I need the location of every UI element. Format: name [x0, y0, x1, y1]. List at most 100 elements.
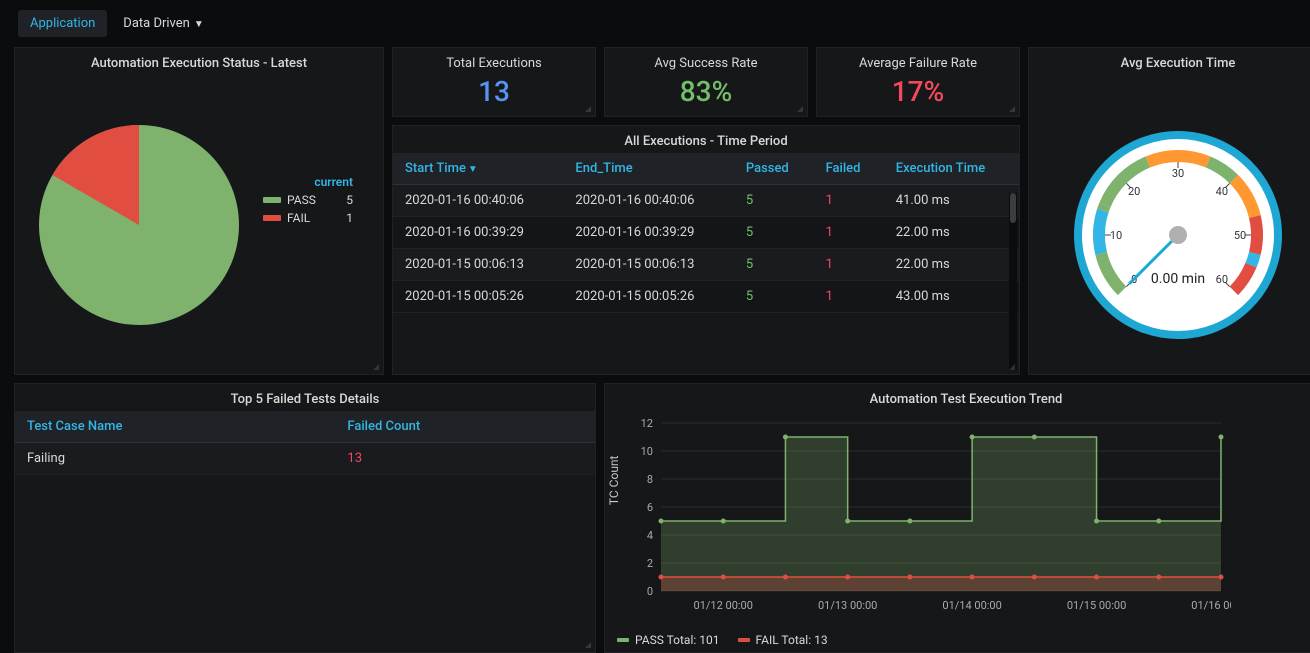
swatch-fail: [263, 215, 281, 221]
table-row[interactable]: 2020-01-16 00:40:062020-01-16 00:40:0651…: [393, 185, 1019, 217]
tab-data-driven-label: Data Driven: [123, 16, 190, 31]
panel-trend: Automation Test Execution Trend TC Count…: [604, 383, 1310, 653]
panel-title: Top 5 Failed Tests Details: [15, 384, 595, 411]
svg-text:30: 30: [1172, 167, 1184, 180]
panel-title: All Executions - Time Period: [393, 126, 1019, 153]
svg-text:4: 4: [647, 529, 653, 542]
stat-title: Avg Success Rate: [654, 48, 757, 71]
table-row[interactable]: Failing13: [15, 443, 595, 475]
cell-failed: 1: [814, 281, 884, 313]
cell-passed: 5: [734, 249, 814, 281]
tabs-bar: Application Data Driven ▼: [0, 0, 1310, 47]
svg-text:0: 0: [647, 585, 653, 598]
resize-handle-icon[interactable]: [797, 106, 805, 114]
cell-end: 2020-01-16 00:39:29: [563, 217, 733, 249]
svg-text:2: 2: [647, 557, 653, 570]
cell-end: 2020-01-16 00:40:06: [563, 185, 733, 217]
panel-status-latest: Automation Execution Status - Latest cur…: [14, 47, 384, 375]
panel-total-executions: Total Executions 13: [392, 47, 596, 117]
chevron-down-icon: ▼: [194, 19, 204, 30]
swatch-fail: [738, 638, 750, 642]
col-failed-count[interactable]: Failed Count: [335, 411, 595, 443]
resize-handle-icon[interactable]: [585, 642, 593, 650]
cell-name: Failing: [15, 443, 335, 475]
executions-table: Start Time▼ End_Time Passed Failed Execu…: [393, 153, 1019, 313]
legend-header: current: [257, 173, 359, 191]
stat-title: Average Failure Rate: [859, 48, 977, 71]
svg-text:01/16 00:00: 01/16 00:00: [1191, 599, 1231, 612]
gauge-chart[interactable]: 01020304050600.00 min: [1063, 75, 1293, 374]
col-start-time[interactable]: Start Time▼: [393, 153, 563, 185]
cell-exec: 43.00 ms: [884, 281, 1019, 313]
cell-passed: 5: [734, 281, 814, 313]
col-passed[interactable]: Passed: [734, 153, 814, 185]
table-row[interactable]: 2020-01-15 00:06:132020-01-15 00:06:1351…: [393, 249, 1019, 281]
col-failed[interactable]: Failed: [814, 153, 884, 185]
sort-desc-icon: ▼: [468, 164, 478, 175]
legend-fail[interactable]: FAIL Total: 13: [738, 633, 828, 647]
table-row[interactable]: 2020-01-15 00:05:262020-01-15 00:05:2651…: [393, 281, 1019, 313]
svg-text:8: 8: [647, 473, 653, 486]
cell-end: 2020-01-15 00:05:26: [563, 281, 733, 313]
cell-failed: 1: [814, 217, 884, 249]
svg-text:50: 50: [1234, 229, 1246, 242]
panel-avg-exec-time: Avg Execution Time 01020304050600.00 min: [1028, 47, 1310, 375]
table-row[interactable]: 2020-01-16 00:39:292020-01-16 00:39:2951…: [393, 217, 1019, 249]
panel-top-failed: Top 5 Failed Tests Details Test Case Nam…: [14, 383, 596, 653]
cell-exec: 22.00 ms: [884, 249, 1019, 281]
col-end-time[interactable]: End_Time: [563, 153, 733, 185]
svg-text:10: 10: [641, 445, 653, 458]
resize-handle-icon[interactable]: [373, 364, 381, 372]
swatch-pass: [617, 638, 629, 642]
svg-text:01/14 00:00: 01/14 00:00: [942, 599, 1001, 612]
legend-pass[interactable]: PASS Total: 101: [617, 633, 720, 647]
cell-start: 2020-01-15 00:05:26: [393, 281, 563, 313]
cell-failed: 1: [814, 185, 884, 217]
svg-text:01/15 00:00: 01/15 00:00: [1067, 599, 1126, 612]
panel-title: Avg Execution Time: [1121, 48, 1236, 75]
panel-avg-success: Avg Success Rate 83%: [604, 47, 808, 117]
svg-text:60: 60: [1216, 272, 1228, 285]
cell-start: 2020-01-16 00:39:29: [393, 217, 563, 249]
cell-end: 2020-01-15 00:06:13: [563, 249, 733, 281]
svg-text:01/12 00:00: 01/12 00:00: [694, 599, 753, 612]
cell-failed: 1: [814, 249, 884, 281]
gauge-value-label: 0.00 min: [1151, 271, 1205, 287]
cell-passed: 5: [734, 217, 814, 249]
svg-text:12: 12: [641, 417, 653, 430]
svg-text:01/13 00:00: 01/13 00:00: [818, 599, 877, 612]
pie-chart[interactable]: [39, 125, 239, 325]
panel-avg-failure: Average Failure Rate 17%: [816, 47, 1020, 117]
col-exec-time[interactable]: Execution Time: [884, 153, 1019, 185]
panel-title: Automation Test Execution Trend: [605, 384, 1310, 411]
cell-exec: 41.00 ms: [884, 185, 1019, 217]
cell-passed: 5: [734, 185, 814, 217]
scrollbar[interactable]: [1009, 193, 1017, 370]
legend-row-pass[interactable]: PASS 5: [257, 191, 359, 209]
cell-exec: 22.00 ms: [884, 217, 1019, 249]
legend-row-fail[interactable]: FAIL 1: [257, 209, 359, 227]
cell-count: 13: [335, 443, 595, 475]
resize-handle-icon[interactable]: [1009, 364, 1017, 372]
svg-text:20: 20: [1128, 185, 1140, 198]
tab-application[interactable]: Application: [18, 10, 107, 37]
resize-handle-icon[interactable]: [585, 106, 593, 114]
stat-value: 83%: [680, 71, 732, 116]
panel-all-executions: All Executions - Time Period Start Time▼…: [392, 125, 1020, 375]
swatch-pass: [263, 197, 281, 203]
stat-value: 13: [478, 71, 510, 116]
cell-start: 2020-01-16 00:40:06: [393, 185, 563, 217]
stat-value: 17%: [892, 71, 944, 116]
scrollbar-thumb[interactable]: [1010, 193, 1016, 223]
stat-title: Total Executions: [446, 48, 542, 71]
svg-text:10: 10: [1110, 229, 1122, 242]
panel-title: Automation Execution Status - Latest: [15, 48, 383, 75]
svg-text:6: 6: [647, 501, 653, 514]
trend-chart[interactable]: 0 2 4 6 8 10 12 01/12 00:00 01/13 00:00 01/14 00:…: [611, 415, 1231, 615]
pie-legend: current PASS 5 FAIL 1: [257, 173, 359, 227]
resize-handle-icon[interactable]: [1009, 106, 1017, 114]
failed-table: Test Case Name Failed Count Failing13: [15, 411, 595, 475]
col-test-name[interactable]: Test Case Name: [15, 411, 335, 443]
cell-start: 2020-01-15 00:06:13: [393, 249, 563, 281]
tab-data-driven[interactable]: Data Driven ▼: [111, 10, 215, 37]
